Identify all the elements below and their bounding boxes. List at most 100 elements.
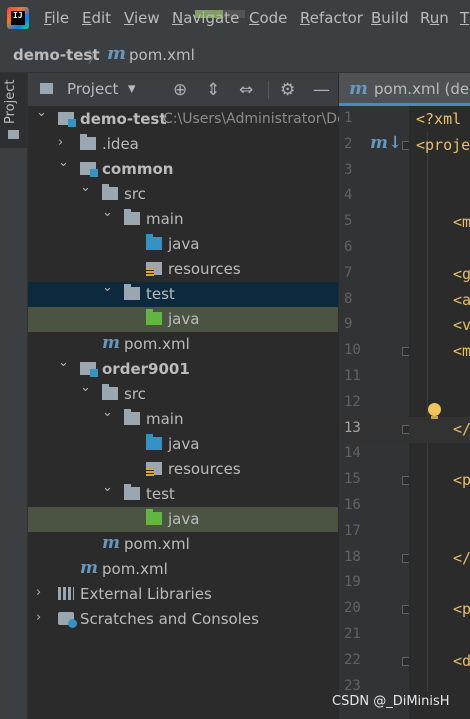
code-line[interactable]: </ bbox=[409, 546, 470, 572]
gutter-line[interactable]: 1 bbox=[339, 107, 409, 133]
chevron-down-icon[interactable]: ⌄ bbox=[80, 380, 91, 395]
collapse-all-icon[interactable]: ⇔ bbox=[239, 80, 253, 100]
code-line[interactable]: <p bbox=[409, 468, 470, 494]
code-line[interactable]: <m bbox=[409, 339, 470, 365]
code-line[interactable] bbox=[409, 159, 470, 185]
gutter-line[interactable]: 16 bbox=[339, 494, 409, 520]
code-line[interactable] bbox=[409, 623, 470, 649]
code-line[interactable] bbox=[409, 442, 470, 468]
chevron-down-icon[interactable]: ⌄ bbox=[102, 205, 113, 220]
tree-item-common[interactable]: ⌄ common bbox=[28, 155, 338, 182]
code-line[interactable]: <?xml bbox=[409, 107, 470, 133]
tree-item-pom-xml[interactable]: m pom.xml bbox=[28, 532, 338, 557]
tree-item-resources[interactable]: resources bbox=[28, 457, 338, 482]
tree-item-resources[interactable]: resources bbox=[28, 257, 338, 282]
tree-item-src[interactable]: ⌄ src bbox=[28, 380, 338, 407]
source-folder-icon bbox=[146, 234, 162, 250]
chevron-down-icon[interactable]: ⌄ bbox=[58, 155, 69, 170]
code-line[interactable] bbox=[409, 494, 470, 520]
gutter-line[interactable]: 20 bbox=[339, 597, 411, 623]
gutter-line[interactable]: 15 bbox=[339, 468, 411, 494]
gear-icon[interactable]: ⚙ bbox=[280, 80, 295, 100]
tree-item-scratches-and-consoles[interactable]: › Scratches and Consoles bbox=[28, 607, 338, 632]
chevron-down-icon[interactable]: ⌄ bbox=[102, 280, 113, 295]
menu-run[interactable]: Run bbox=[420, 9, 449, 27]
code-line[interactable] bbox=[409, 571, 470, 597]
tree-item-test[interactable]: ⌄ test bbox=[28, 280, 338, 307]
maven-reload-icon[interactable]: m↓ bbox=[370, 133, 402, 153]
breadcrumb-project[interactable]: demo-test bbox=[13, 46, 100, 64]
code-line[interactable]: <g bbox=[409, 262, 470, 288]
tree-item-java[interactable]: java bbox=[28, 432, 338, 457]
expand-all-icon[interactable]: ⇕ bbox=[206, 80, 220, 100]
chevron-down-icon[interactable]: ▾ bbox=[128, 79, 136, 97]
chevron-down-icon[interactable]: ⌄ bbox=[102, 480, 113, 495]
gutter-line[interactable]: 17 bbox=[339, 520, 409, 546]
code-line[interactable] bbox=[409, 365, 470, 391]
breadcrumb-file[interactable]: pom.xml bbox=[129, 46, 195, 64]
code-line[interactable]: <m bbox=[409, 210, 470, 236]
editor-tab-pom[interactable]: m pom.xml (dem bbox=[339, 73, 470, 106]
gutter-line[interactable]: 11 bbox=[339, 365, 409, 391]
chevron-down-icon[interactable]: ⌄ bbox=[102, 405, 113, 420]
menu-refactor[interactable]: Refactor bbox=[300, 9, 363, 27]
tree-item-demo-test[interactable]: ⌄ demo-test C:\Users\Administrator\De bbox=[28, 105, 346, 132]
code-line[interactable]: <proje bbox=[409, 133, 470, 159]
menu-edit[interactable]: Edit bbox=[82, 9, 111, 27]
lightbulb-icon[interactable] bbox=[428, 403, 441, 419]
gutter-line[interactable]: 4 bbox=[339, 184, 409, 210]
tree-item-test[interactable]: ⌄ test bbox=[28, 480, 338, 507]
minimize-icon[interactable]: — bbox=[313, 80, 330, 100]
tree-item-src[interactable]: ⌄ src bbox=[28, 180, 338, 207]
menu-view[interactable]: View bbox=[124, 9, 160, 27]
tree-item-main[interactable]: ⌄ main bbox=[28, 205, 338, 232]
tree-item-java[interactable]: java bbox=[28, 232, 338, 257]
menu-navigate[interactable]: Navigate bbox=[172, 9, 239, 27]
code-line[interactable] bbox=[409, 236, 470, 262]
code-line[interactable]: <d bbox=[409, 649, 470, 675]
chevron-right-icon[interactable]: › bbox=[36, 585, 41, 600]
menu-code[interactable]: Code bbox=[249, 9, 287, 27]
menu-build[interactable]: Build bbox=[371, 9, 409, 27]
gutter-line[interactable]: 13 bbox=[339, 416, 411, 443]
chevron-down-icon[interactable]: ⌄ bbox=[58, 355, 69, 370]
chevron-down-icon[interactable]: ⌄ bbox=[36, 105, 47, 120]
gutter-line[interactable]: 10 bbox=[339, 339, 411, 365]
view-selector[interactable]: Project bbox=[67, 80, 118, 98]
gutter-line[interactable]: 12 bbox=[339, 391, 409, 417]
tree-item--idea[interactable]: › .idea bbox=[28, 132, 338, 157]
tree-item-java[interactable]: java bbox=[28, 307, 338, 332]
code-line[interactable]: </ bbox=[409, 416, 470, 443]
tree-item-label: src bbox=[124, 185, 146, 203]
gutter-line[interactable]: 14 bbox=[339, 442, 409, 468]
code-line[interactable] bbox=[409, 184, 470, 210]
gutter-line[interactable]: 8 bbox=[339, 288, 409, 314]
gutter-line[interactable]: 6 bbox=[339, 236, 409, 262]
menu-t[interactable]: T bbox=[460, 9, 469, 27]
line-number: 11 bbox=[344, 368, 361, 384]
chevron-down-icon[interactable]: ⌄ bbox=[80, 180, 91, 195]
gutter-line[interactable]: 2 m↓ bbox=[339, 133, 411, 159]
gutter-line[interactable]: 18 bbox=[339, 546, 411, 572]
gutter-line[interactable]: 3 bbox=[339, 159, 409, 185]
tree-item-main[interactable]: ⌄ main bbox=[28, 405, 338, 432]
code-line[interactable]: <a bbox=[409, 288, 470, 314]
target-icon[interactable]: ⊕ bbox=[173, 80, 187, 100]
gutter-line[interactable]: 9 bbox=[339, 313, 409, 339]
gutter-line[interactable]: 5 bbox=[339, 210, 409, 236]
chevron-right-icon[interactable]: › bbox=[36, 610, 41, 625]
gutter-line[interactable]: 7 bbox=[339, 262, 409, 288]
menu-file[interactable]: File bbox=[44, 9, 69, 27]
tree-item-java[interactable]: java bbox=[28, 507, 338, 532]
tree-item-pom-xml[interactable]: m pom.xml bbox=[28, 332, 338, 357]
tree-item-order9001[interactable]: ⌄ order9001 bbox=[28, 355, 338, 382]
gutter-line[interactable]: 19 bbox=[339, 571, 409, 597]
gutter-line[interactable]: 21 bbox=[339, 623, 409, 649]
tree-item-pom-xml[interactable]: m pom.xml bbox=[28, 557, 338, 582]
code-line[interactable]: <p bbox=[409, 597, 470, 623]
chevron-right-icon[interactable]: › bbox=[58, 135, 63, 150]
code-line[interactable]: <v bbox=[409, 313, 470, 339]
tree-item-external-libraries[interactable]: › External Libraries bbox=[28, 582, 338, 607]
gutter-line[interactable]: 22 bbox=[339, 649, 411, 675]
code-line[interactable] bbox=[409, 520, 470, 546]
